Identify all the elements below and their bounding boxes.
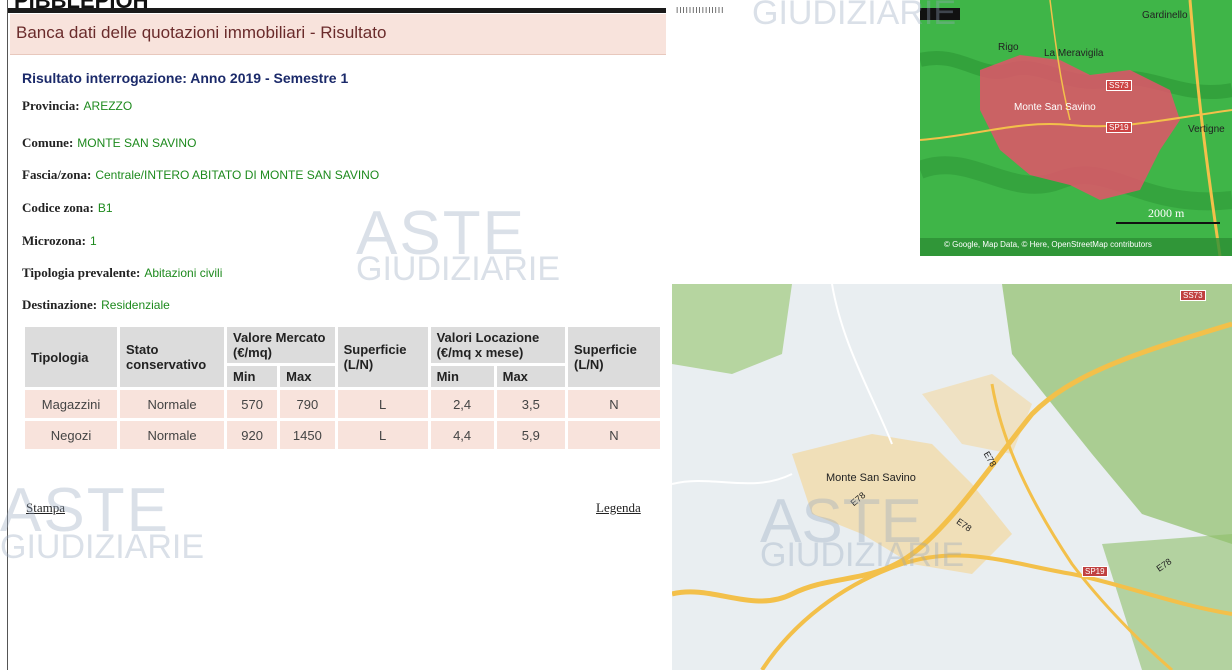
top-divider: [8, 8, 666, 13]
road-badge: SP19: [1106, 122, 1132, 133]
map-label: Vertigne: [1188, 124, 1225, 135]
zone-map-graphic: [920, 0, 1232, 256]
cell-superficie: N: [568, 421, 660, 449]
field-value: B1: [97, 201, 113, 215]
field-tipologia-prevalente: Tipologia prevalente: Abitazioni civili: [22, 265, 222, 281]
road-badge: SS73: [1180, 290, 1206, 301]
field-comune: Comune: MONTE SAN SAVINO: [22, 135, 196, 151]
cell-tipologia: Magazzini: [25, 390, 117, 418]
map-label: La Meravigila: [1044, 48, 1104, 59]
field-value: AREZZO: [83, 99, 133, 113]
cell-valore-min: 920: [227, 421, 278, 449]
field-label: Codice zona:: [22, 200, 94, 215]
table-row: Magazzini Normale 570 790 L 2,4 3,5 N: [25, 390, 660, 418]
field-label: Fascia/zona:: [22, 167, 92, 182]
quotation-table: Tipologia Stato conservativo Valore Merc…: [22, 324, 663, 452]
field-label: Comune:: [22, 135, 74, 150]
header-valori-locazione: Valori Locazione (€/mq x mese): [430, 327, 565, 363]
field-label: Provincia:: [22, 98, 80, 113]
street-map-graphic: [672, 284, 1232, 670]
left-frame-border: [0, 0, 8, 670]
field-label: Destinazione:: [22, 297, 98, 312]
field-value: 1: [90, 234, 97, 248]
map-label: Monte San Savino: [1014, 102, 1096, 113]
header-tipologia: Tipologia: [25, 327, 117, 387]
header-max: Max: [496, 366, 565, 387]
map-label: Monte San Savino: [826, 472, 916, 484]
cell-locazione-max: 3,5: [496, 390, 565, 418]
legenda-link[interactable]: Legenda: [596, 500, 641, 516]
cell-locazione-min: 4,4: [430, 421, 494, 449]
watermark-giudiziarie: GIUDIZIARIE: [356, 250, 561, 288]
header-max: Max: [280, 366, 335, 387]
field-destinazione: Destinazione: Residenziale: [22, 297, 170, 313]
cell-superficie: N: [568, 390, 660, 418]
field-fascia-zona: Fascia/zona: Centrale/INTERO ABITATO DI M…: [22, 167, 379, 183]
stampa-link[interactable]: Stampa: [26, 500, 65, 516]
map-label: Rigo: [998, 42, 1019, 53]
field-value: Abitazioni civili: [144, 266, 223, 280]
panel-title: Banca dati delle quotazioni immobiliari …: [10, 14, 666, 55]
field-codice-zona: Codice zona: B1: [22, 200, 113, 216]
cell-valore-max: 790: [280, 390, 335, 418]
road-badge: SS73: [1106, 80, 1132, 91]
field-provincia: Provincia: AREZZO: [22, 98, 132, 114]
cell-stato: Normale: [120, 421, 224, 449]
field-value: Residenziale: [101, 298, 170, 312]
top-note: IIIIIIIIIIIIIII: [676, 6, 725, 15]
cell-valore-max: 1450: [280, 421, 335, 449]
cell-superficie: L: [337, 421, 428, 449]
street-map[interactable]: Monte San Savino SS73 SP19 E78 E78 E78 E…: [672, 284, 1232, 670]
cell-locazione-min: 2,4: [430, 390, 494, 418]
result-heading: Risultato interrogazione: Anno 2019 - Se…: [22, 70, 349, 86]
cell-tipologia: Negozi: [25, 421, 117, 449]
scale-bar: [1116, 222, 1220, 224]
zone-map[interactable]: Gardinello Rigo La Meravigila Monte San …: [920, 0, 1232, 256]
scale-label: 2000 m: [1148, 206, 1185, 220]
header-stato: Stato conservativo: [120, 327, 224, 387]
road-badge: SP19: [1082, 566, 1108, 577]
header-superficie-2: Superficie (L/N): [568, 327, 660, 387]
header-valore-mercato: Valore Mercato (€/mq): [227, 327, 335, 363]
cell-superficie: L: [337, 390, 428, 418]
map-attribution: © Google, Map Data, © Here, OpenStreetMa…: [944, 240, 1152, 249]
table-row: Negozi Normale 920 1450 L 4,4 5,9 N: [25, 421, 660, 449]
watermark-giudiziarie: GIUDIZIARIE: [0, 528, 205, 566]
field-label: Tipologia prevalente:: [22, 265, 141, 280]
cell-valore-min: 570: [227, 390, 278, 418]
header-superficie-1: Superficie (L/N): [337, 327, 428, 387]
field-microzona: Microzona: 1: [22, 233, 97, 249]
map-label: Gardinello: [1142, 10, 1188, 21]
cell-stato: Normale: [120, 390, 224, 418]
header-min: Min: [227, 366, 278, 387]
header-min: Min: [430, 366, 494, 387]
field-value: MONTE SAN SAVINO: [77, 136, 197, 150]
watermark-aste: ASTE: [356, 199, 526, 268]
cell-locazione-max: 5,9: [496, 421, 565, 449]
field-value: Centrale/INTERO ABITATO DI MONTE SAN SAV…: [95, 168, 380, 182]
field-label: Microzona:: [22, 233, 87, 248]
